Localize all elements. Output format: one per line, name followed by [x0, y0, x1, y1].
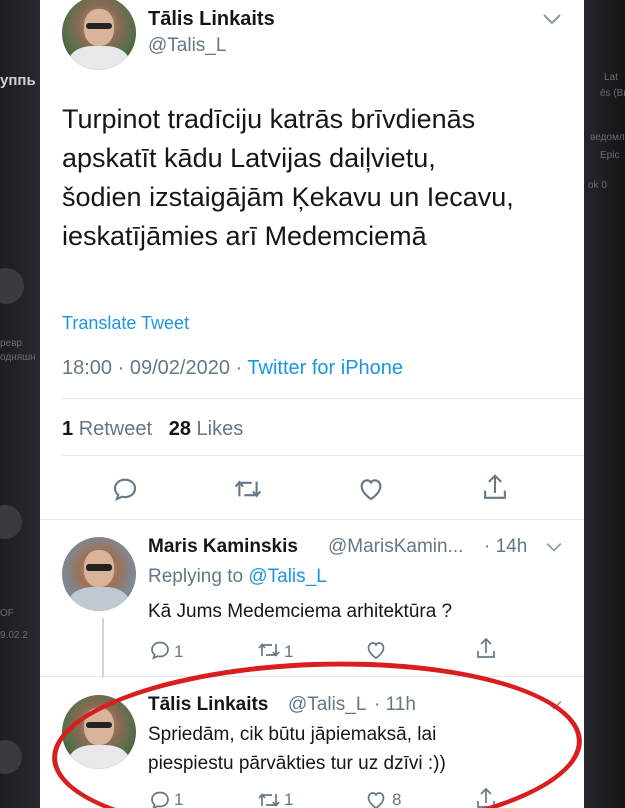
background-text: Lat: [604, 72, 618, 83]
tweet-source-link[interactable]: Twitter for iPhone: [247, 357, 403, 379]
retweet-icon[interactable]: [256, 638, 282, 662]
like-count: 28: [168, 418, 191, 440]
share-icon[interactable]: [480, 472, 510, 504]
retweet-icon[interactable]: [232, 474, 264, 504]
like-label: Likes: [196, 418, 244, 440]
retweet-count: 1: [62, 418, 74, 440]
like-icon[interactable]: [364, 638, 388, 662]
reply-text-line: Kā Jums Medemciema arhitektūra ?: [148, 601, 453, 622]
background-left-strip: [0, 0, 40, 808]
translate-tweet-link[interactable]: Translate Tweet: [62, 313, 189, 334]
background-text: 9.02.2: [0, 630, 28, 641]
reply-author-name[interactable]: Maris Kaminskis: [148, 536, 298, 558]
share-icon[interactable]: [474, 636, 498, 662]
tweet-text-line: šodien izstaigājām Ķekavu un Iecavu,: [62, 182, 514, 212]
chevron-down-icon[interactable]: [542, 12, 562, 26]
reply-author-handle[interactable]: @MarisKamin...: [328, 536, 463, 558]
reply-icon[interactable]: [148, 638, 172, 662]
background-right-strip: [584, 0, 625, 808]
replying-to: Replying to @Talis_L: [148, 566, 327, 588]
like-icon[interactable]: [356, 474, 386, 504]
retweet-label: Retweet: [78, 418, 153, 440]
tweet-text: Turpinot tradīciju katrās brīvdienās aps…: [62, 100, 562, 256]
tweet-card: Tālis Linkaits @Talis_L Turpinot tradīci…: [40, 0, 584, 808]
background-text: уппь: [0, 72, 36, 89]
tweet-meta: 18:00 · 09/02/2020 · Twitter for iPhone: [62, 357, 403, 380]
retweets-stat[interactable]: 1 Retweet: [62, 418, 152, 440]
author-name[interactable]: Tālis Linkaits: [148, 8, 275, 31]
replying-to-label: Replying to: [148, 566, 244, 587]
likes-stat[interactable]: 28 Likes: [169, 418, 244, 440]
author-handle[interactable]: @Talis_L: [148, 35, 226, 57]
reply-avatar[interactable]: [62, 537, 136, 611]
background-text: ведомл: [590, 132, 625, 143]
background-text: ok 0: [588, 180, 607, 191]
tweet-text-line: ieskatījāmies arī Medemciemā: [62, 221, 427, 251]
tweet-text-line: apskatīt kādu Latvijas daiļvietu,: [62, 143, 436, 173]
author-avatar[interactable]: [62, 0, 136, 70]
divider: [62, 455, 584, 456]
background-text: одняшн: [0, 352, 36, 363]
divider: [62, 398, 584, 399]
tweet-stats: 1 Retweet 28 Likes: [62, 418, 243, 441]
tweet-time[interactable]: 18:00: [62, 357, 112, 379]
reply-count: 1: [174, 642, 184, 661]
retweet-count: 1: [284, 642, 294, 661]
divider: [40, 519, 584, 520]
thread-line: [102, 618, 104, 678]
replying-to-mention[interactable]: @Talis_L: [248, 566, 326, 587]
reply-icon[interactable]: [110, 474, 140, 504]
reply-text: Kā Jums Medemciema arhitektūra ?: [148, 598, 452, 625]
meta-separator: ·: [117, 357, 125, 379]
reply-time[interactable]: · 14h: [484, 536, 527, 558]
chevron-down-icon[interactable]: [545, 541, 563, 553]
tweet-date[interactable]: 09/02/2020: [130, 357, 230, 379]
background-text: OF: [0, 608, 14, 619]
tweet-text-line: Turpinot tradīciju katrās brīvdienās: [62, 104, 476, 134]
background-text: ēs (Bri: [600, 88, 625, 99]
background-text: ревр: [0, 338, 22, 349]
background-text: Epic: [600, 150, 620, 161]
meta-separator: ·: [235, 357, 243, 379]
